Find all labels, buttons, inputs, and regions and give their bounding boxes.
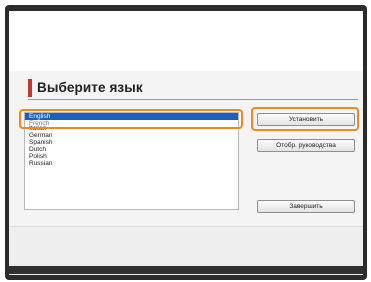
language-option[interactable]: Spanish bbox=[25, 139, 238, 146]
exit-button[interactable]: Завершить bbox=[257, 200, 355, 213]
install-highlight-outline bbox=[251, 107, 359, 131]
language-option[interactable]: Russian bbox=[25, 160, 238, 167]
bottom-bar bbox=[9, 266, 363, 274]
language-highlight-outline bbox=[19, 109, 243, 129]
window-header-area bbox=[9, 11, 363, 71]
title-divider bbox=[28, 99, 358, 100]
dialog-title: Выберите язык bbox=[37, 80, 143, 95]
language-option[interactable]: German bbox=[25, 132, 238, 139]
language-option[interactable]: Dutch bbox=[25, 146, 238, 153]
show-manual-button[interactable]: Отобр. руководства bbox=[257, 139, 355, 152]
language-option[interactable]: Polish bbox=[25, 153, 238, 160]
title-accent-bar bbox=[28, 79, 32, 97]
